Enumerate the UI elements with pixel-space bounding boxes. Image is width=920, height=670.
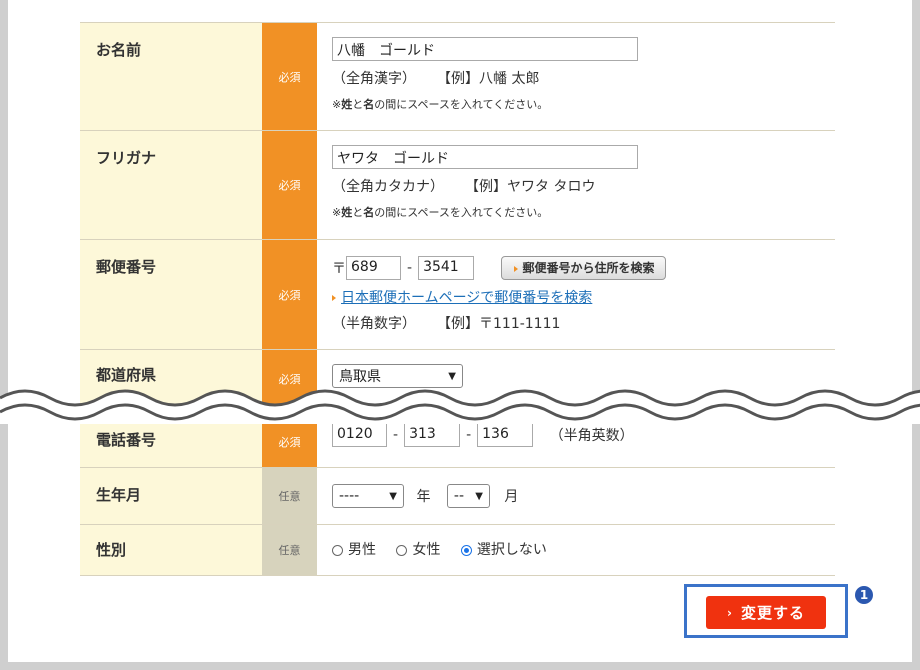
radio-checked-icon[interactable]: [460, 544, 472, 556]
name-note: （全角漢字） 【例】八幡 太郎: [332, 68, 835, 88]
note-to: と: [352, 98, 364, 111]
kana-space-note: ※姓と名の間にスペースを入れてください。: [332, 204, 835, 220]
profile-form-table: お名前 必須 八幡 ゴールド （全角漢字） 【例】八幡 太郎 ※姓と名の間にスペー…: [80, 22, 835, 576]
arrow-right-icon: [513, 265, 518, 272]
gender-label-female: 女性: [412, 542, 441, 558]
row-birth: 生年月 任意 ---- ▼ 年 -- ▼ 月: [80, 467, 835, 524]
note-rest: の間にスペースを入れてください。: [374, 98, 549, 111]
note-mei: 名: [363, 98, 375, 111]
birth-month-value: --: [453, 488, 465, 504]
note-sei: 姓: [341, 98, 353, 111]
gender-label-male: 男性: [348, 542, 376, 558]
name-input[interactable]: 八幡 ゴールド: [332, 37, 638, 61]
birth-month-select[interactable]: -- ▼: [446, 484, 490, 508]
tel-input-3[interactable]: 136: [477, 423, 534, 447]
radio-unchecked-icon[interactable]: [396, 544, 408, 556]
birth-year-select[interactable]: ---- ▼: [332, 484, 404, 508]
cell-name: 八幡 ゴールド （全角漢字） 【例】八幡 太郎 ※姓と名の間にスペースを入れてくだ…: [317, 23, 835, 130]
cell-birth: ---- ▼ 年 -- ▼ 月: [317, 468, 835, 524]
row-name: お名前 必須 八幡 ゴールド （全角漢字） 【例】八幡 太郎 ※姓と名の間にスペー…: [80, 22, 835, 130]
note-mei: 名: [363, 206, 375, 219]
chevron-down-icon: ▼: [389, 490, 397, 502]
label-gender: 性別: [80, 525, 262, 575]
name-space-note: ※姓と名の間にスペースを入れてください。: [332, 96, 835, 112]
note-mark: ※: [332, 206, 342, 219]
year-unit: 年: [416, 489, 431, 505]
tel-input-2[interactable]: 313: [404, 423, 461, 447]
optional-badge: 任意: [262, 468, 317, 524]
form-frame: お名前 必須 八幡 ゴールド （全角漢字） 【例】八幡 太郎 ※姓と名の間にスペー…: [8, 0, 912, 662]
radio-unchecked-icon[interactable]: [332, 544, 343, 556]
gender-option-male[interactable]: 男性: [332, 542, 376, 558]
note-to: と: [352, 206, 364, 219]
kana-note-example: 【例】ヤワタ タロウ: [472, 179, 596, 195]
pref-value: 鳥取県: [339, 369, 381, 385]
chevron-down-icon: ▼: [448, 370, 456, 382]
gender-label-none: 選択しない: [476, 542, 547, 558]
label-zip: 郵便番号: [80, 240, 262, 349]
zip-search-button[interactable]: 郵便番号から住所を検索: [500, 256, 666, 280]
omission-wave-divider: [0, 389, 920, 424]
zip-dash: -: [407, 260, 413, 276]
tel-note: （半角英数）: [549, 428, 634, 444]
required-badge: 必須: [262, 240, 317, 349]
gender-option-female[interactable]: 女性: [396, 542, 440, 558]
zip-input-1[interactable]: 689: [346, 256, 401, 280]
japanpost-zip-link[interactable]: 日本郵便ホームページで郵便番号を検索: [341, 290, 592, 306]
chevron-down-icon: ▼: [475, 490, 483, 502]
tel-dash: -: [466, 427, 472, 443]
label-kana: フリガナ: [80, 131, 262, 239]
pref-select[interactable]: 鳥取県 ▼: [332, 364, 463, 388]
chevron-right-icon: ›: [727, 605, 733, 620]
row-gender: 性別 任意 男性 女性 選択しない: [80, 524, 835, 576]
submit-change-button[interactable]: › 変更する: [706, 596, 826, 629]
submit-label: 変更する: [740, 604, 805, 622]
label-birth: 生年月: [80, 468, 262, 524]
name-note-type: （全角漢字）: [332, 71, 416, 87]
kana-note-type: （全角カタカナ）: [332, 179, 444, 195]
zip-search-label: 郵便番号から住所を検索: [522, 261, 655, 275]
row-kana: フリガナ 必須 ヤワタ ゴールド （全角カタカナ） 【例】ヤワタ タロウ ※姓と名…: [80, 130, 835, 239]
zip-mark: 〒: [332, 261, 346, 277]
tel-input-1[interactable]: 0120: [332, 423, 387, 447]
cell-gender: 男性 女性 選択しない: [317, 525, 835, 575]
required-badge: 必須: [262, 131, 317, 239]
note-rest: の間にスペースを入れてください。: [374, 206, 549, 219]
name-note-example: 【例】八幡 太郎: [444, 71, 540, 87]
kana-note: （全角カタカナ） 【例】ヤワタ タロウ: [332, 176, 835, 196]
optional-badge: 任意: [262, 525, 317, 575]
zip-note-type: （半角数字）: [332, 316, 416, 332]
cell-zip: 〒 689-3541 郵便番号から住所を検索 日本郵便ホームページで郵便番号を検索…: [317, 240, 835, 349]
zip-note-example: 【例】〒111-1111: [444, 316, 561, 332]
birth-year-value: ----: [339, 488, 360, 504]
step-number-badge: 1: [855, 586, 873, 604]
tel-dash: -: [393, 427, 399, 443]
month-unit: 月: [504, 489, 519, 505]
row-zip: 郵便番号 必須 〒 689-3541 郵便番号から住所を検索 日本郵便ホームページ…: [80, 239, 835, 349]
arrow-right-icon: [332, 295, 336, 301]
required-badge: 必須: [262, 23, 317, 130]
cell-kana: ヤワタ ゴールド （全角カタカナ） 【例】ヤワタ タロウ ※姓と名の間にスペースを…: [317, 131, 835, 239]
kana-input[interactable]: ヤワタ ゴールド: [332, 145, 638, 169]
zip-link-line: 日本郵便ホームページで郵便番号を検索: [332, 287, 835, 307]
gender-option-none[interactable]: 選択しない: [460, 542, 547, 558]
zip-note: （半角数字） 【例】〒111-1111: [332, 313, 835, 333]
zip-input-2[interactable]: 3541: [418, 256, 475, 280]
note-mark: ※: [332, 98, 342, 111]
note-sei: 姓: [341, 206, 353, 219]
label-name: お名前: [80, 23, 262, 130]
